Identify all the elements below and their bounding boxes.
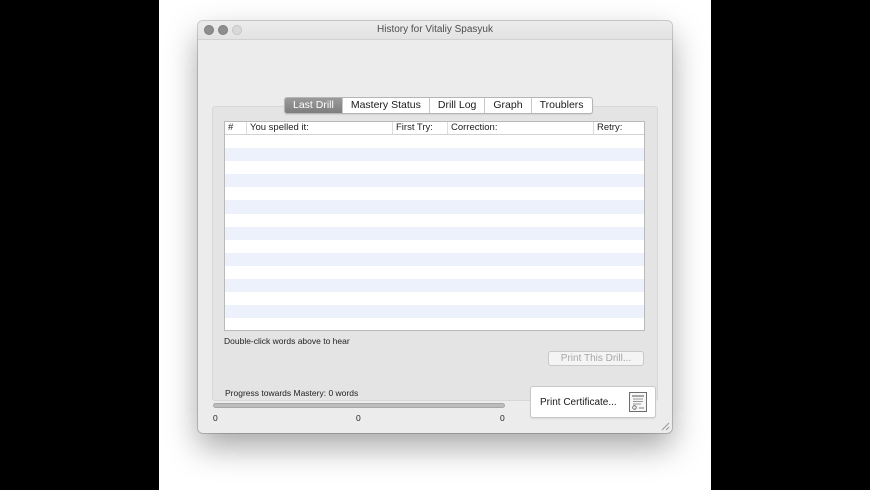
table-row — [225, 252, 644, 266]
table-row — [225, 318, 644, 330]
table-row — [225, 292, 644, 305]
tab-troublers[interactable]: Troublers — [530, 98, 592, 113]
last-drill-table[interactable]: # You spelled it: First Try: Correction:… — [224, 121, 645, 331]
resize-grip-icon[interactable] — [661, 422, 670, 431]
table-row — [225, 148, 644, 162]
mastery-progress-bar — [213, 403, 505, 408]
window-title: History for Vitaliy Spasyuk — [377, 24, 493, 35]
table-row — [225, 135, 644, 148]
tab-bar: Last Drill Mastery Status Drill Log Grap… — [284, 97, 593, 114]
title-bar[interactable]: History for Vitaliy Spasyuk — [198, 21, 672, 40]
tab-mastery-status[interactable]: Mastery Status — [341, 98, 429, 113]
column-header-you-spelled-it[interactable]: You spelled it: — [246, 122, 392, 134]
column-header-first-try[interactable]: First Try: — [392, 122, 447, 134]
history-window: History for Vitaliy Spasyuk Last Drill M… — [198, 21, 672, 433]
print-certificate-button[interactable]: Print Certificate... — [530, 386, 656, 418]
column-header-retry[interactable]: Retry: — [593, 122, 644, 134]
tab-graph[interactable]: Graph — [484, 98, 530, 113]
table-row — [225, 214, 644, 227]
print-certificate-label: Print Certificate... — [540, 397, 617, 408]
progress-tick-middle: 0 — [356, 413, 361, 423]
table-body — [225, 135, 644, 330]
progress-tick-left: 0 — [213, 413, 218, 423]
tab-drill-log[interactable]: Drill Log — [428, 98, 485, 113]
certificate-icon — [629, 392, 647, 412]
table-row — [225, 187, 644, 200]
table-row — [225, 240, 644, 253]
table-row — [225, 266, 644, 279]
table-row — [225, 174, 644, 188]
table-row — [225, 161, 644, 174]
progress-tick-right: 0 — [500, 413, 505, 423]
column-header-correction[interactable]: Correction: — [447, 122, 593, 134]
table-row — [225, 226, 644, 240]
table-row — [225, 200, 644, 214]
table-row — [225, 279, 644, 293]
table-row — [225, 305, 644, 319]
table-header: # You spelled it: First Try: Correction:… — [225, 122, 644, 135]
double-click-hint: Double-click words above to hear — [224, 336, 350, 346]
tab-last-drill[interactable]: Last Drill — [285, 98, 342, 113]
print-this-drill-button[interactable]: Print This Drill... — [548, 351, 644, 366]
progress-label: Progress towards Mastery: 0 words — [225, 388, 359, 398]
column-header-number[interactable]: # — [225, 122, 246, 134]
